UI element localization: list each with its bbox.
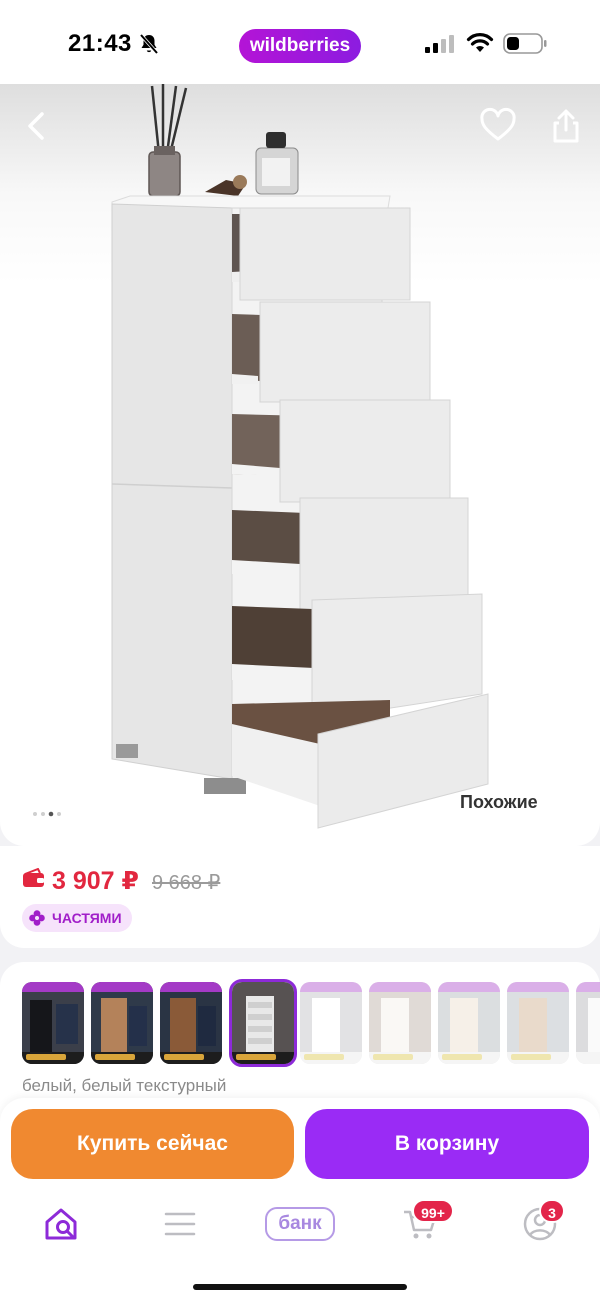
share-icon[interactable] [546,104,586,148]
variant-thumb[interactable] [576,982,600,1064]
price-old: 9 668 ₽ [152,872,221,894]
bell-muted-icon [139,33,159,55]
gallery-pager-dots [33,811,61,817]
cart-count-badge: 99+ [412,1199,454,1223]
cellular-signal-icon [425,35,454,53]
back-arrow-icon[interactable] [16,104,56,148]
installments-label: ЧАСТЯМИ [52,910,122,926]
buy-now-button[interactable]: Купить сейчас [11,1109,294,1179]
add-to-cart-button[interactable]: В корзину [305,1109,589,1179]
home-search-icon[interactable] [41,1206,81,1242]
variant-thumb[interactable] [91,982,153,1064]
bottom-action-bar: Купить сейчас В корзину [0,1098,600,1303]
selected-color-caption: белый, белый текстурный [22,1076,227,1095]
product-image [111,84,489,829]
wifi-icon [466,33,494,52]
price-card: 3 907 ₽ 9 668 ₽ ЧАСТЯМИ [0,846,600,948]
catalog-menu-icon[interactable] [160,1206,200,1242]
variant-thumb[interactable] [160,982,222,1064]
variant-thumb[interactable] [438,982,500,1064]
product-gallery[interactable]: Похожие [0,84,600,846]
variant-thumb[interactable] [369,982,431,1064]
similar-products-link[interactable]: Похожие [460,792,538,813]
installments-badge[interactable]: ЧАСТЯМИ [22,904,132,932]
bank-tab[interactable]: банк [265,1207,335,1241]
battery-icon [503,33,547,54]
variant-thumb-selected[interactable] [229,979,297,1067]
variant-thumb[interactable] [22,982,84,1064]
status-bar: 21:43 wildberries [0,0,600,88]
app-pill[interactable]: wildberries [239,29,361,63]
status-time: 21:43 [68,30,132,57]
variant-thumb[interactable] [507,982,569,1064]
wallet-icon [23,868,44,887]
installments-icon [29,910,45,926]
favorite-heart-icon[interactable] [478,106,518,146]
price-current: 3 907 ₽ [52,867,139,895]
variant-thumb[interactable] [300,982,362,1064]
color-variants [22,979,600,1067]
home-indicator [193,1284,407,1290]
profile-notification-badge: 3 [539,1199,565,1223]
